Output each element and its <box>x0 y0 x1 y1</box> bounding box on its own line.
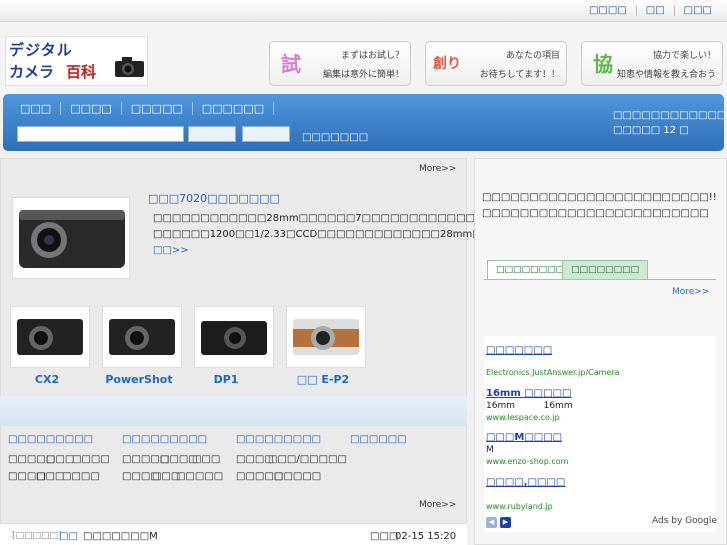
thumb-camera-3[interactable] <box>194 306 274 368</box>
more-link-2[interactable]: More>> <box>419 500 456 510</box>
ads-by-label[interactable]: Ads by Google <box>652 516 717 526</box>
header-box-create[interactable]: 創り あなたの項目 お待ちしてます！！ <box>425 41 567 86</box>
category-item[interactable]: □□□□□ <box>274 471 321 482</box>
ads-next-icon[interactable]: ▶ <box>500 517 511 528</box>
top-bar: □□□□ □□ □□□ <box>0 0 727 22</box>
category-item[interactable]: □□□ <box>192 454 220 465</box>
header-box-line2: 編集は意外に簡単！ <box>322 70 404 80</box>
category-item[interactable]: □□□/□□□□□ <box>268 454 347 465</box>
more-link[interactable]: More>> <box>419 164 456 174</box>
ad-url-3[interactable]: www.enzo-shop.com <box>486 457 568 466</box>
thumb-label-1[interactable]: CX2 <box>7 373 87 386</box>
thumb-camera-1[interactable] <box>10 306 90 368</box>
site-logo[interactable]: デジタル カメラ 百科 <box>5 36 148 86</box>
nav-stats: □□□□□□□□□□□□ □□□□□ 12 □ <box>613 110 727 136</box>
header: デジタル カメラ 百科 試 まずはお試し？ 編集は意外に簡単！ 創り あなたの項… <box>0 22 727 94</box>
camera-icon <box>115 57 144 77</box>
search-option-button[interactable] <box>242 126 290 142</box>
category-item[interactable]: □□□□ <box>72 454 110 465</box>
ad-title-1[interactable]: □□□□□□□ <box>486 345 552 356</box>
category-item[interactable]: □□□ <box>36 471 64 482</box>
ad-title-2[interactable]: 16mm □□□□□ <box>486 388 571 399</box>
category-title-3[interactable]: □□□□□□□□□ <box>236 434 321 445</box>
ad-desc-3: M <box>486 445 494 455</box>
top-link-3[interactable]: □□□ <box>673 5 721 16</box>
ads-prev-icon[interactable]: ◀ <box>486 517 497 528</box>
logo-line-1: デジタル <box>9 41 73 59</box>
header-box-line2: お待ちしてます！！ <box>479 70 560 80</box>
category-title-1[interactable]: □□□□□□□□□ <box>8 434 93 445</box>
section-band <box>0 396 467 426</box>
feature-more-link[interactable]: □□>> <box>153 245 189 256</box>
tab-2[interactable]: □□□□□□□□ <box>562 260 649 280</box>
header-box-line1: 協力で楽しい！ <box>652 51 716 61</box>
header-box-try[interactable]: 試 まずはお試し？ 編集は意外に簡単！ <box>269 41 411 86</box>
top-link-2[interactable]: □□ <box>635 5 674 16</box>
news-date: 02-15 15:20 <box>395 531 457 542</box>
thumb-label-2[interactable]: PowerShot <box>99 373 179 386</box>
ad-title-4[interactable]: □□□□,□□□□ <box>486 477 565 488</box>
nav-links: □□□ □□□□ □□□□□ □□□□□□ <box>11 102 275 115</box>
camera-icon <box>201 321 267 355</box>
top-links: □□□□ □□ □□□ <box>580 5 721 16</box>
camera-icon <box>293 319 359 355</box>
top-link-1[interactable]: □□□□ <box>580 5 636 16</box>
thumb-camera-2[interactable] <box>102 306 182 368</box>
tab-divider <box>484 279 716 280</box>
logo-line-2: カメラ <box>9 63 55 81</box>
logo-line-3: 百科 <box>66 63 97 81</box>
cooperate-badge-icon: 協 <box>593 52 613 76</box>
ad-desc-2: 16mm 16mm <box>486 401 573 411</box>
ad-url-2[interactable]: www.lespace.co.jp <box>486 413 560 422</box>
feature-body: □□□□□□□□□□□□28mm□□□□□□7□□□□□□□□□□□□□□□□□… <box>153 211 727 259</box>
thumb-label-4[interactable]: □□ E-P2 <box>283 373 363 386</box>
header-box-line1: あなたの項目 <box>505 51 560 61</box>
feature-camera-image[interactable] <box>12 197 130 279</box>
nav-note: □□□□□□□ <box>302 132 369 143</box>
nav-link-2[interactable]: □□□□ <box>61 102 122 115</box>
nav-link-4[interactable]: □□□□□□ <box>193 102 275 115</box>
news-row: [□□□□□] □□ □□□□□□□M □□□ 02-15 15:20 <box>0 523 467 545</box>
right-intro-text: □□□□□□□□□□□□□□□□□□□□□□□□!! □□□□□□□□□□□□□… <box>482 192 717 219</box>
camera-icon <box>19 210 125 268</box>
search-button[interactable] <box>188 126 236 142</box>
header-box-cooperate[interactable]: 協 協力で楽しい！ 知恵や情報を教え合おう <box>581 41 723 86</box>
ad-url-4[interactable]: www.rubyland.jp <box>486 502 553 511</box>
news-title[interactable]: □□□□□□□M <box>83 531 158 542</box>
feature-title[interactable]: □□□7020□□□□□□□ <box>148 192 280 205</box>
camera-icon <box>109 319 175 355</box>
thumb-camera-4[interactable] <box>286 306 366 368</box>
ad-url-1[interactable]: Electronics.JustAnswer.jp/Camera <box>486 368 620 377</box>
try-badge-icon: 試 <box>281 52 301 76</box>
header-box-line2: 知恵や情報を教え合おう <box>616 70 716 80</box>
category-item[interactable]: □□□□ <box>62 471 100 482</box>
right-more-link[interactable]: More>> <box>672 287 709 297</box>
nav-link-3[interactable]: □□□□□ <box>122 102 193 115</box>
camera-icon <box>17 319 83 355</box>
news-category[interactable]: □□ <box>59 531 78 542</box>
search-input[interactable] <box>17 126 184 142</box>
nav-bar: □□□ □□□□ □□□□□ □□□□□□ □□□□□□□ □□□□□□□□□□… <box>3 94 727 151</box>
nav-link-1[interactable]: □□□ <box>11 102 62 115</box>
ad-title-3[interactable]: □□□M□□□□ <box>486 432 562 443</box>
create-badge-icon: 創り <box>433 56 461 72</box>
thumb-label-3[interactable]: DP1 <box>186 373 266 386</box>
category-title-4[interactable]: □□□□□□ <box>350 434 407 445</box>
header-box-line1: まずはお試し？ <box>340 51 404 61</box>
category-item[interactable]: □□□□□ <box>176 471 223 482</box>
category-item[interactable]: □□□ <box>46 454 74 465</box>
category-title-2[interactable]: □□□□□□□□□ <box>122 434 207 445</box>
news-tag: [□□□□□] <box>12 531 62 541</box>
